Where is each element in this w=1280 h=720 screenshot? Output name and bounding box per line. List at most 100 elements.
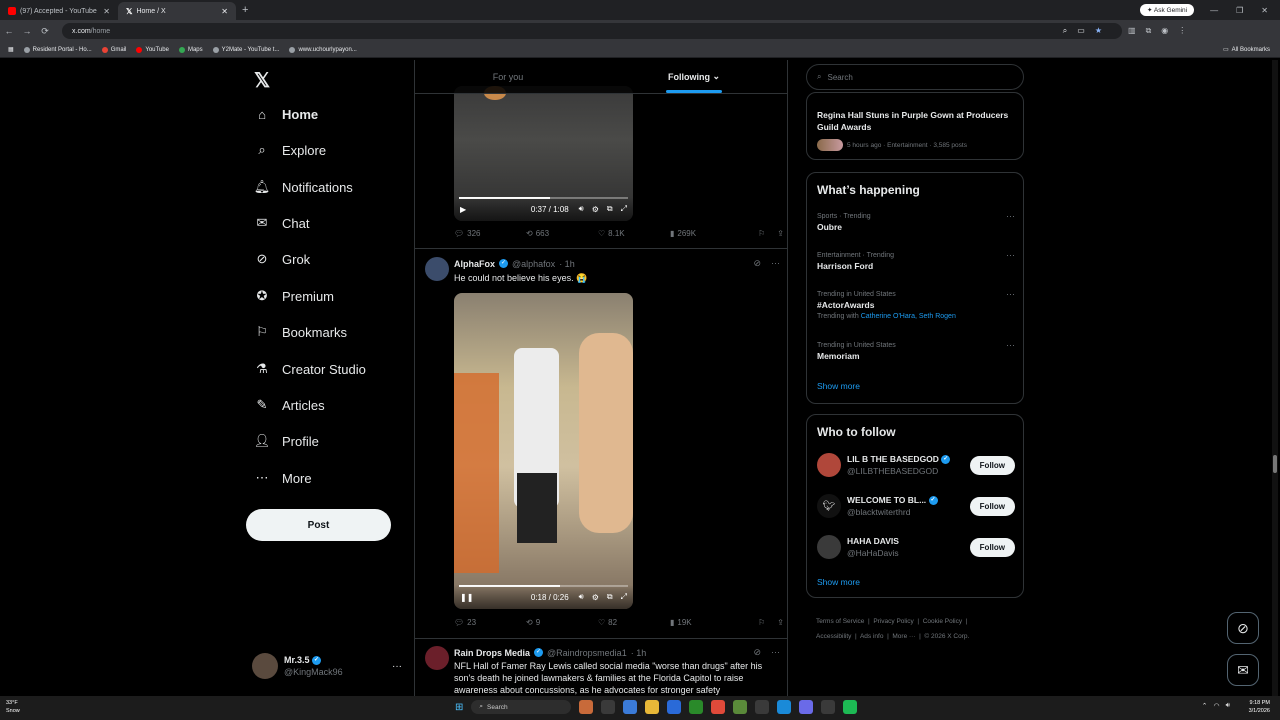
taskbar-app-icon[interactable]	[601, 700, 616, 714]
page-scrollbar[interactable]	[1272, 60, 1278, 696]
nav-home[interactable]: ⌂ Home	[254, 106, 318, 122]
nav-grok[interactable]: ⊘ Grok	[254, 251, 311, 267]
avatar[interactable]	[425, 646, 449, 670]
menu-icon[interactable]: ⋮	[1178, 26, 1186, 36]
account-switcher[interactable]: Mr.3.5 ✓ @KingMack96 ···	[252, 653, 402, 679]
repost-button[interactable]: ⟲ 9	[526, 618, 598, 627]
footer-link[interactable]: Cookie Policy	[923, 618, 962, 625]
forward-icon[interactable]: →	[18, 26, 36, 36]
apps-icon[interactable]: ▦	[8, 46, 14, 53]
follow-suggestion[interactable]: LIL B THE BASEDGOD ✓ @LILBTHEBASEDGOD Fo…	[817, 453, 1015, 477]
close-window-icon[interactable]: ✕	[1261, 6, 1268, 15]
windows-start-icon[interactable]: ⊞	[455, 702, 463, 713]
more-options-icon[interactable]: ···	[771, 258, 780, 269]
grok-float-button[interactable]: ⊘	[1227, 612, 1259, 644]
edge-icon[interactable]	[777, 700, 792, 714]
views-button[interactable]: ▮ 269K	[670, 229, 742, 238]
bookmark-icon[interactable]: ⚐	[758, 229, 765, 238]
volume-icon[interactable]: 🔊︎	[579, 204, 584, 214]
x-logo-icon[interactable]: 𝕏	[254, 68, 270, 93]
nav-articles[interactable]: ✎ Articles	[254, 397, 325, 413]
volume-icon[interactable]: 🔊︎	[1226, 702, 1230, 710]
minimize-icon[interactable]: —	[1210, 6, 1218, 15]
trend-item[interactable]: Trending in United States #ActorAwards T…	[817, 289, 1015, 322]
wifi-icon[interactable]: ◠	[1213, 702, 1219, 710]
post-button[interactable]: Post	[246, 509, 391, 541]
play-icon[interactable]: ▶	[460, 205, 466, 214]
nav-explore[interactable]: ⌕ Explore	[254, 142, 326, 158]
fullscreen-icon[interactable]: ⤢	[621, 592, 627, 602]
reload-icon[interactable]: ⟳	[36, 26, 54, 37]
sidepanel-icon[interactable]: ▥	[1128, 26, 1136, 36]
taskbar-app-icon[interactable]	[733, 700, 748, 714]
bookmark-item[interactable]: Gmail	[101, 46, 126, 53]
pause-icon[interactable]: ❚❚	[460, 593, 473, 602]
show-more-link[interactable]: Show more	[817, 381, 860, 391]
search-input[interactable]: ⌕ Search	[806, 64, 1024, 90]
xbox-icon[interactable]	[689, 700, 704, 714]
reply-button[interactable]: 💬︎ 23	[454, 618, 526, 627]
nav-more[interactable]: ⋯ More	[254, 470, 312, 486]
footer-link[interactable]: Accessibility	[816, 633, 851, 640]
file-explorer-icon[interactable]	[645, 700, 660, 714]
like-button[interactable]: ♡ 8.1K	[598, 229, 670, 238]
tab-youtube[interactable]: (97) Accepted - YouTube ✕	[0, 2, 118, 20]
show-more-link[interactable]: Show more	[817, 577, 860, 587]
chrome-icon[interactable]	[711, 700, 726, 714]
trend-item[interactable]: Entertainment · Trending Harrison Ford ·…	[817, 250, 1015, 272]
nav-premium[interactable]: ✪ Premium	[254, 288, 334, 304]
footer-link[interactable]: Privacy Policy	[873, 618, 913, 625]
footer-link[interactable]: Ads info	[860, 633, 884, 640]
follow-suggestion[interactable]: 🐦︎ WELCOME TO BL... ✓ @blacktwiterthrd F…	[817, 494, 1015, 518]
more-options-icon[interactable]: ···	[1006, 211, 1015, 222]
taskbar-app-icon[interactable]	[667, 700, 682, 714]
nav-creator-studio[interactable]: ⚗ Creator Studio	[254, 361, 366, 377]
news-card[interactable]: Regina Hall Stuns in Purple Gown at Prod…	[806, 92, 1024, 160]
extensions-icon[interactable]: ⧉	[1146, 26, 1152, 36]
ask-gemini-button[interactable]: ✦ Ask Gemini	[1139, 4, 1195, 16]
follow-button[interactable]: Follow	[969, 455, 1015, 475]
bookmark-icon[interactable]: ⚐	[758, 618, 765, 627]
bookmark-item[interactable]: Maps	[178, 46, 203, 53]
nav-notifications[interactable]: 🔔︎ Notifications	[254, 179, 353, 195]
tab-x-home[interactable]: 𝕏 Home / X ✕	[118, 2, 236, 20]
bookmark-item[interactable]: www.uchourlypayon...	[289, 46, 357, 53]
pip-icon[interactable]: ⧉	[607, 592, 613, 602]
more-options-icon[interactable]: ···	[771, 647, 780, 658]
url-input[interactable]: x.com/home ⌕ ▭ ★	[62, 23, 1122, 39]
messages-float-button[interactable]: ✉	[1227, 654, 1259, 686]
more-options-icon[interactable]: ···	[1006, 250, 1015, 261]
more-options-icon[interactable]: ···	[1006, 340, 1015, 351]
taskbar-app-icon[interactable]	[821, 700, 836, 714]
author-name[interactable]: Rain Drops Media	[454, 648, 530, 658]
follow-button[interactable]: Follow	[969, 537, 1015, 557]
bookmark-item[interactable]: Y2Mate - YouTube t...	[212, 46, 279, 53]
back-icon[interactable]: ←	[0, 26, 18, 36]
taskbar-app-icon[interactable]	[623, 700, 638, 714]
taskbar-app-icon[interactable]	[755, 700, 770, 714]
spotify-icon[interactable]	[843, 700, 858, 714]
settings-icon[interactable]: ⚙	[592, 205, 599, 214]
grok-icon[interactable]: ⊘	[753, 647, 761, 658]
grok-icon[interactable]: ⊘	[753, 258, 761, 269]
more-options-icon[interactable]: ···	[392, 661, 402, 672]
close-icon[interactable]: ✕	[103, 7, 110, 16]
zoom-icon[interactable]: ⌕	[1063, 26, 1067, 36]
repost-button[interactable]: ⟲ 663	[526, 229, 598, 238]
trend-item[interactable]: Sports · Trending Oubre ···	[817, 211, 1015, 233]
pip-icon[interactable]: ⧉	[607, 204, 613, 214]
chevron-up-icon[interactable]: ⌃	[1202, 702, 1208, 710]
nav-bookmarks[interactable]: ⚐ Bookmarks	[254, 324, 347, 340]
footer-link[interactable]: More ···	[892, 633, 915, 640]
taskbar-app-icon[interactable]	[579, 700, 594, 714]
like-button[interactable]: ♡ 82	[598, 618, 670, 627]
reply-button[interactable]: 💬︎ 326	[454, 229, 526, 238]
tab-following[interactable]: Following ⌄	[601, 60, 787, 93]
volume-icon[interactable]: 🔊︎	[579, 592, 584, 602]
maximize-icon[interactable]: ❐	[1236, 6, 1243, 15]
nav-chat[interactable]: ✉ Chat	[254, 215, 310, 231]
tab-for-you[interactable]: For you	[415, 60, 601, 93]
taskbar-app-icon[interactable]	[799, 700, 814, 714]
post-video[interactable]: ❚❚ 0:18 / 0:26 🔊︎ ⚙ ⧉ ⤢	[454, 293, 633, 609]
new-tab-button[interactable]: +	[236, 4, 254, 16]
